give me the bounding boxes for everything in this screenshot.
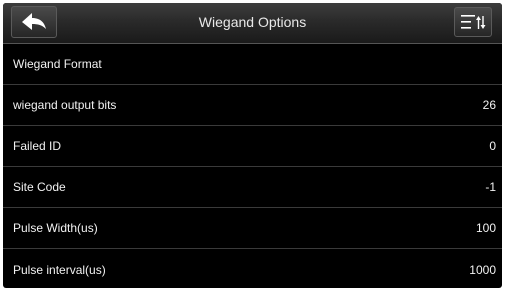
sort-menu-icon: [461, 15, 486, 29]
pulse-interval-row[interactable]: Pulse interval(us) 1000: [3, 249, 502, 288]
pulse-width-row[interactable]: Pulse Width(us) 100: [3, 208, 502, 249]
page-title: Wiegand Options: [198, 14, 307, 30]
row-value: 0: [489, 139, 496, 153]
row-value: 100: [475, 221, 496, 235]
row-value: -1: [485, 180, 496, 194]
options-list: Wiegand Format wiegand output bits 26 Fa…: [3, 44, 502, 288]
site-code-row[interactable]: Site Code -1: [3, 167, 502, 208]
row-label: Site Code: [13, 180, 66, 194]
row-value: 26: [482, 98, 496, 112]
row-label: Pulse interval(us): [13, 262, 106, 277]
title-bar: Wiegand Options: [3, 3, 502, 44]
wiegand-format-row[interactable]: Wiegand Format: [3, 44, 502, 85]
row-label: Wiegand Format: [13, 57, 102, 71]
sort-menu-button[interactable]: [454, 7, 492, 37]
row-label: Pulse Width(us): [13, 221, 98, 235]
row-label: Failed ID: [13, 139, 62, 153]
wiegand-output-bits-row[interactable]: wiegand output bits 26: [3, 85, 502, 126]
failed-id-row[interactable]: Failed ID 0: [3, 126, 502, 167]
device-screen: Wiegand Options Wiegand Format wiegand o…: [3, 3, 502, 288]
row-label: wiegand output bits: [13, 98, 117, 112]
row-value: 1000: [469, 262, 496, 277]
